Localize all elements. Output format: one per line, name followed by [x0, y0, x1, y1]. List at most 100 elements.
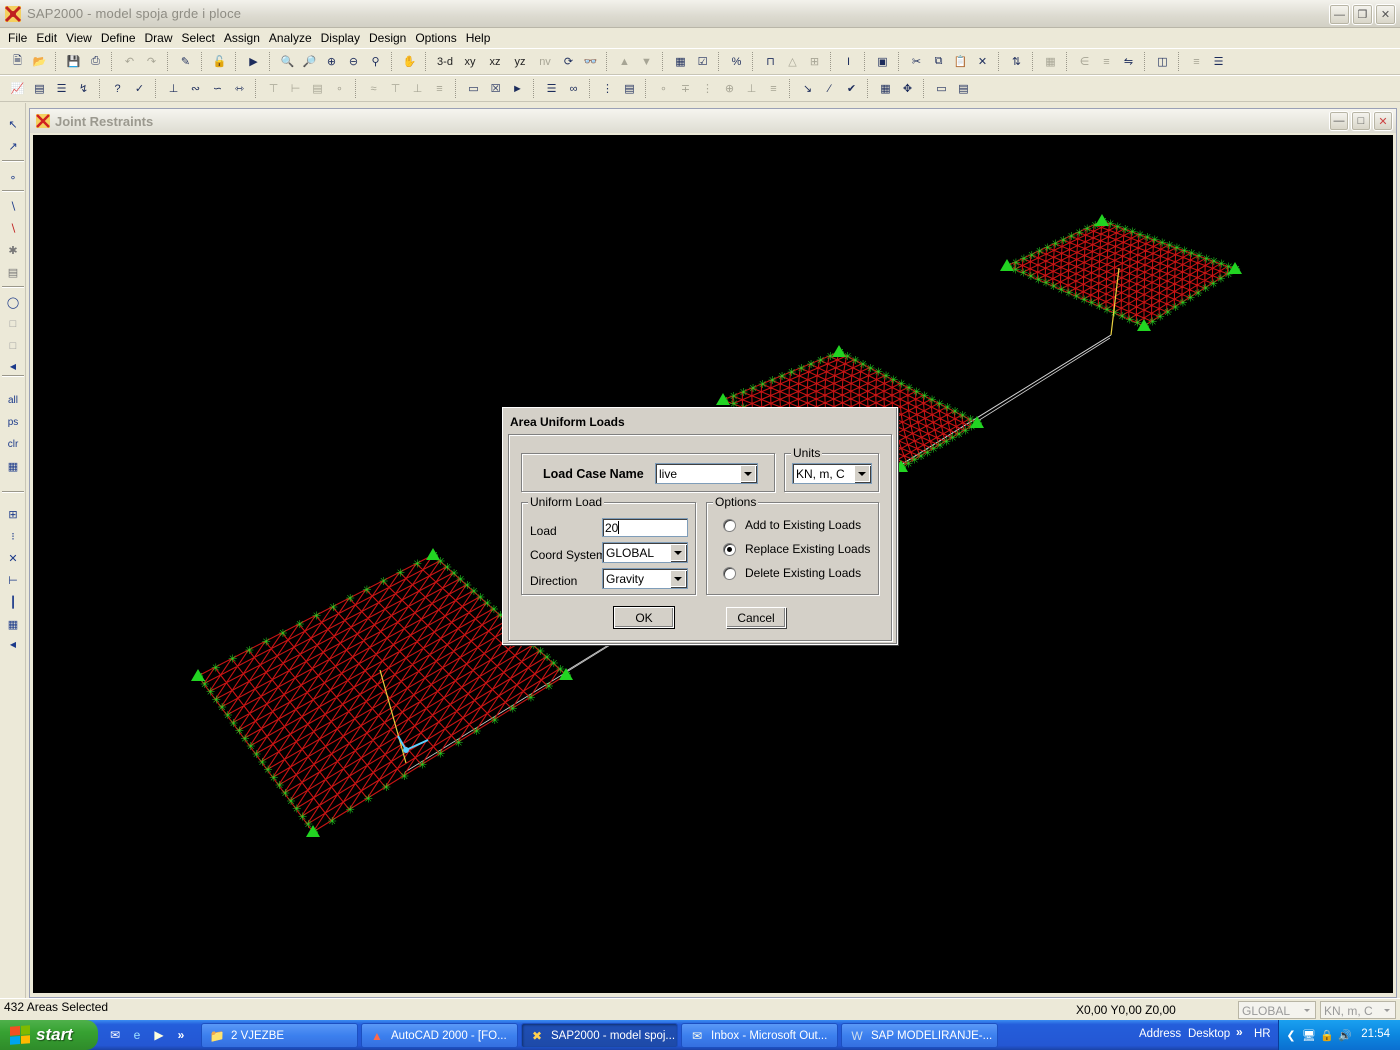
pointer-icon[interactable]: ↖ — [4, 115, 22, 133]
structure-icon[interactable]: ▤ — [30, 79, 49, 98]
internet-explorer-icon[interactable]: e — [128, 1026, 146, 1044]
minimize-icon[interactable]: — — [1329, 4, 1350, 25]
restraint-icon[interactable]: ⊥ — [164, 79, 183, 98]
view-3d-button[interactable]: 3-d — [434, 52, 456, 71]
paste-icon[interactable]: 📋 — [951, 52, 970, 71]
menu-draw[interactable]: Draw — [141, 28, 177, 48]
coord-system-select[interactable]: GLOBAL — [602, 542, 688, 563]
zoom-out-icon[interactable]: ⊖ — [344, 52, 363, 71]
deformed-shape-icon[interactable]: ∾ — [186, 79, 205, 98]
load-input[interactable]: 20 — [602, 518, 688, 537]
delete-existing-option[interactable]: Delete Existing Loads — [723, 565, 861, 581]
close-icon[interactable]: ✕ — [1375, 4, 1396, 25]
menu-help[interactable]: Help — [462, 28, 495, 48]
add-to-existing-option[interactable]: Add to Existing Loads — [723, 517, 861, 533]
area-section-icon[interactable]: ▣ — [873, 52, 892, 71]
view-xy-button[interactable]: xy — [459, 52, 481, 71]
properties-icon[interactable]: ⇅ — [1007, 52, 1026, 71]
snap-grid-icon[interactable]: ▦ — [4, 615, 22, 633]
up-arrow-icon[interactable]: ▲ — [615, 52, 634, 71]
snap-perp-icon[interactable]: ⊢ — [4, 571, 22, 589]
start-button[interactable]: start — [0, 1020, 98, 1050]
rotate-icon[interactable]: ⟳ — [559, 52, 578, 71]
title-bar[interactable]: SAP2000 - model spoja grde i ploce — ❐ ✕ — [0, 0, 1400, 28]
frame-template-icon[interactable]: ⊞ — [805, 52, 824, 71]
taskbar-item[interactable]: ✉ Inbox - Microsoft Out... — [681, 1023, 838, 1048]
align-joints-icon[interactable]: ☰ — [1209, 52, 1228, 71]
outlook-quicklaunch-icon[interactable]: ✉ — [106, 1026, 124, 1044]
graph-icon[interactable]: 📈 — [8, 79, 27, 98]
cut-icon[interactable]: ✂ — [907, 52, 926, 71]
move-icon[interactable]: ✥ — [898, 79, 917, 98]
assign-area-icon[interactable]: ▭ — [464, 79, 483, 98]
ok-button[interactable]: OK — [613, 606, 675, 629]
dialog-title[interactable]: Area Uniform Loads — [505, 410, 895, 432]
tray-security-icon[interactable]: 🔒 — [1319, 1027, 1335, 1043]
radio-button-selected[interactable] — [723, 542, 736, 556]
load-case-select[interactable]: live — [655, 463, 758, 484]
menu-display[interactable]: Display — [317, 28, 364, 48]
perspective-icon[interactable]: 👓 — [581, 52, 600, 71]
view-xz-button[interactable]: xz — [484, 52, 506, 71]
units-select[interactable]: KN, m, C — [792, 463, 872, 484]
menu-analyze[interactable]: Analyze — [265, 28, 316, 48]
new-file-icon[interactable]: 🗎 — [8, 52, 27, 71]
frame-loads-icon[interactable]: ⊢ — [286, 79, 305, 98]
snap-joints-icon[interactable]: ⊞ — [4, 505, 22, 523]
cancel-button[interactable]: Cancel — [726, 607, 786, 628]
replicate-icon[interactable]: ∈ — [1075, 52, 1094, 71]
zoom-previous-icon[interactable]: 🔎 — [300, 52, 319, 71]
taskbar-item[interactable]: ▲ AutoCAD 2000 - [FO... — [361, 1023, 518, 1048]
chevron-down-icon[interactable] — [1380, 1003, 1394, 1017]
snap-perpendicular-icon[interactable]: ⊥ — [742, 79, 761, 98]
lock-icon[interactable]: 🔓 — [210, 52, 229, 71]
display-options-icon[interactable]: ◫ — [1153, 52, 1172, 71]
undo-icon[interactable]: ↶ — [120, 52, 139, 71]
intersecting-line-icon[interactable]: ▦ — [4, 457, 22, 475]
pan-icon[interactable]: ✋ — [400, 52, 419, 71]
delete-icon[interactable]: ✕ — [973, 52, 992, 71]
mode-shape-icon[interactable]: ∽ — [208, 79, 227, 98]
replace-existing-option[interactable]: Replace Existing Loads — [723, 541, 870, 557]
design-check-icon[interactable]: ▤ — [620, 79, 639, 98]
mesh-icon[interactable]: ▦ — [876, 79, 895, 98]
draw-line-icon[interactable]: ∖ — [4, 219, 22, 237]
tray-back-icon[interactable]: ❮ — [1283, 1027, 1299, 1043]
snap-lines-icon[interactable]: ≡ — [764, 79, 783, 98]
link-icon[interactable]: ≡ — [430, 79, 449, 98]
support-icon[interactable]: ⊥ — [408, 79, 427, 98]
draw-brace-icon[interactable]: ✱ — [4, 241, 22, 259]
save-icon[interactable]: 💾 — [64, 52, 83, 71]
truss-icon[interactable]: △ — [783, 52, 802, 71]
print-icon[interactable]: ⎙ — [86, 52, 105, 71]
menu-design[interactable]: Design — [365, 28, 410, 48]
toolbar-chevron-icon[interactable]: » — [1236, 1025, 1243, 1039]
check-icon[interactable]: ✓ — [130, 79, 149, 98]
close-icon[interactable]: ✕ — [1373, 111, 1393, 131]
snap-ends-icon[interactable]: ∓ — [676, 79, 695, 98]
model-view-title-bar[interactable]: Joint Restraints — □ ✕ — [30, 109, 1396, 133]
frame-icon[interactable]: ⊓ — [761, 52, 780, 71]
taskbar-item[interactable]: 📁 2 VJEZBE — [201, 1023, 358, 1048]
display-loads-icon[interactable]: ☰ — [542, 79, 561, 98]
zoom-fit-icon[interactable]: ⚲ — [366, 52, 385, 71]
tray-network-icon[interactable]: 🖥 — [1301, 1027, 1317, 1043]
copy-icon[interactable]: ⧉ — [929, 52, 948, 71]
clear-selection-button[interactable]: clr — [4, 435, 22, 453]
intersect-line-icon[interactable]: ∕ — [820, 79, 839, 98]
quicklaunch-chevron-icon[interactable]: » — [172, 1026, 190, 1044]
display-stress-icon[interactable]: ∞ — [564, 79, 583, 98]
menu-select[interactable]: Select — [178, 28, 219, 48]
pencil-icon[interactable]: ✎ — [176, 52, 195, 71]
menu-define[interactable]: Define — [97, 28, 140, 48]
view-nv-button[interactable]: nv — [534, 52, 556, 71]
draw-joint-icon[interactable]: ∘ — [4, 168, 22, 186]
chevron-left-icon[interactable]: ◀ — [4, 635, 22, 653]
divide-icon[interactable]: ≡ — [1097, 52, 1116, 71]
maximize-icon[interactable]: □ — [1351, 111, 1371, 131]
section-icon[interactable]: I — [839, 52, 858, 71]
radio-button[interactable] — [723, 566, 736, 580]
radio-button[interactable] — [723, 518, 736, 532]
align-icon[interactable]: ≡ — [1187, 52, 1206, 71]
redo-icon[interactable]: ↷ — [142, 52, 161, 71]
